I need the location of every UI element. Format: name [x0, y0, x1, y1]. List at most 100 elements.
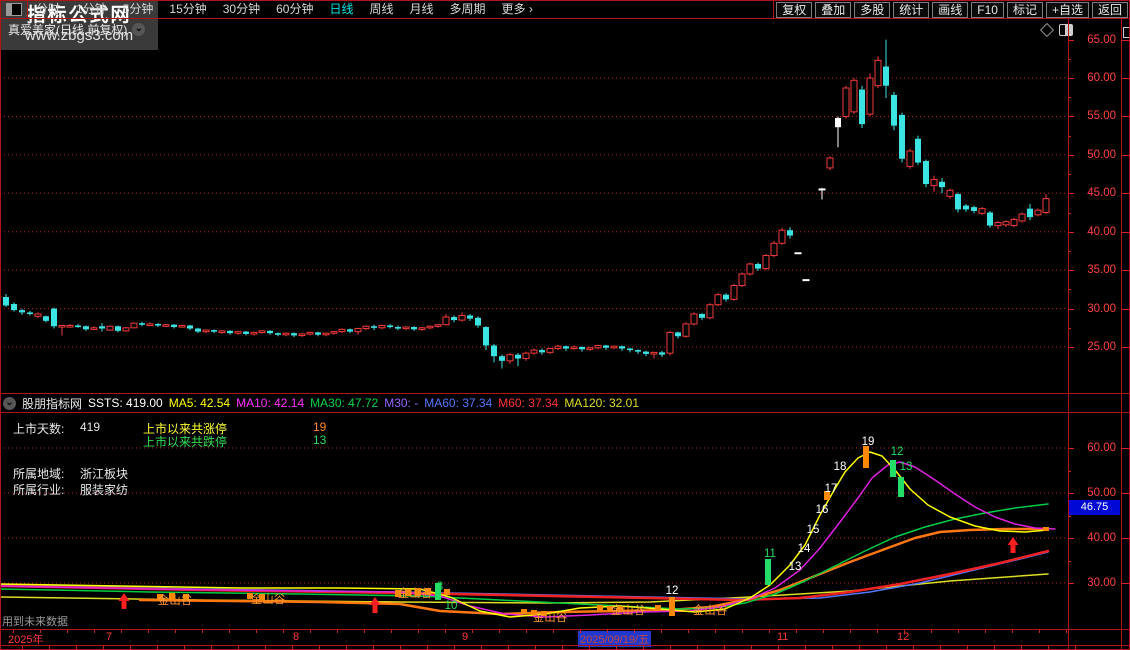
candle-body-down	[643, 351, 649, 354]
toolbar-button-5[interactable]: 画线	[932, 1, 969, 18]
candle	[643, 350, 649, 357]
candle-body-down	[3, 297, 9, 306]
candle	[971, 205, 977, 214]
period-item-9[interactable]: 月线	[402, 1, 442, 18]
candle-body-down	[99, 326, 105, 329]
candle	[234, 330, 242, 335]
candle-body-up	[866, 77, 874, 115]
toolbar-button-4[interactable]: 统计	[893, 1, 930, 18]
candle	[1018, 212, 1026, 223]
period-item-6[interactable]: 60分钟	[268, 1, 321, 18]
price-label-65: 65.00	[1087, 33, 1116, 46]
candle	[978, 207, 986, 215]
candle	[362, 325, 370, 331]
signal-text: 金山谷	[158, 593, 193, 607]
candle	[475, 316, 481, 328]
candle	[155, 323, 161, 328]
candle	[162, 323, 170, 328]
period-item-2[interactable]: 1分钟	[68, 1, 115, 18]
period-item-1[interactable]: 分时	[28, 1, 68, 18]
candle	[211, 329, 217, 334]
candle	[27, 310, 33, 316]
candle	[371, 324, 377, 331]
signal-candle	[863, 446, 869, 468]
candle-body-down	[475, 317, 481, 326]
period-item-7[interactable]: 日线	[321, 1, 361, 18]
indicator-value-2: MA5: 42.54	[168, 396, 231, 410]
toolbar-button-2[interactable]: 叠加	[815, 1, 852, 18]
sub-price-label-40: 40.00	[1087, 532, 1116, 544]
candle	[586, 347, 594, 351]
signal-text: 金山谷	[251, 592, 286, 606]
signal-text: 8	[437, 581, 443, 593]
price-label-60: 60.00	[1087, 72, 1116, 85]
toolbar-button-8[interactable]: +自选	[1045, 1, 1089, 18]
layout-icon-cell[interactable]	[0, 1, 28, 18]
candle	[891, 91, 897, 131]
candle-body-down	[171, 324, 177, 328]
candle-body-down	[939, 181, 945, 188]
candle-body-down	[971, 207, 977, 211]
indicator-chevron-icon[interactable]: ⌄	[3, 396, 16, 410]
ministrip-mark	[1122, 154, 1129, 156]
candle	[267, 330, 273, 335]
candle-body-up	[930, 178, 938, 187]
candle-body-down	[619, 346, 625, 349]
period-item-10[interactable]: 多周期	[442, 1, 494, 18]
price-label-25: 25.00	[1087, 341, 1116, 353]
candle	[330, 330, 338, 335]
candle	[675, 331, 681, 339]
toolbar-button-7[interactable]: 标记	[1006, 1, 1043, 18]
toolbar-button-9[interactable]: 返回	[1091, 1, 1128, 18]
candle-body-up	[570, 346, 578, 350]
period-item-4[interactable]: 15分钟	[161, 1, 214, 18]
candle	[434, 323, 442, 328]
signal-candle	[1043, 527, 1049, 531]
candle-body-up	[250, 331, 258, 335]
period-item-3[interactable]: 5分钟	[115, 1, 162, 18]
candle-body-up	[258, 330, 266, 333]
ma10-line	[0, 461, 1056, 618]
ministrip-mark	[1122, 116, 1129, 118]
candle	[842, 85, 850, 119]
ministrip-divider	[1121, 19, 1122, 650]
candle	[706, 303, 714, 320]
candle-body-down	[187, 325, 193, 329]
candle-body-up	[306, 331, 314, 335]
toolbar-button-1[interactable]: 复权	[776, 1, 813, 18]
candle-body-down	[891, 94, 897, 126]
candle-body-down	[291, 333, 297, 336]
candle	[90, 326, 98, 331]
candle	[955, 192, 961, 213]
candle	[315, 331, 321, 337]
period-item-8[interactable]: 周线	[361, 1, 401, 18]
candle-body-up	[354, 328, 362, 333]
candle	[451, 315, 457, 323]
candle-body-up	[458, 314, 466, 321]
candle	[787, 227, 793, 239]
candlestick-chart[interactable]: 金山谷 金山谷 金山谷金山谷金山谷 金山谷8101112131213141516171…	[0, 19, 1068, 629]
period-item-11[interactable]: 更多 ›	[494, 1, 541, 18]
candle-body-down	[563, 346, 569, 349]
candle-body-up	[442, 316, 450, 326]
candle	[3, 293, 9, 308]
candle-body-down	[987, 212, 993, 226]
candle	[34, 312, 42, 318]
signal-text: 金山谷	[693, 603, 728, 617]
candle	[594, 344, 602, 350]
candle-body-up	[706, 304, 714, 319]
signal-text: 12	[891, 446, 904, 458]
toolbar-button-3[interactable]: 多股	[854, 1, 891, 18]
candle-body-up	[522, 352, 530, 360]
candle-body-up	[434, 324, 442, 327]
candle-body-up	[666, 331, 674, 354]
toolbar-button-6[interactable]: F10	[971, 1, 1004, 18]
date-label-2: 7	[106, 631, 113, 643]
candle	[627, 347, 633, 353]
candle-body-down	[19, 310, 25, 313]
candle	[426, 325, 434, 330]
candle-body-down	[635, 350, 641, 352]
candle	[906, 148, 914, 169]
period-item-5[interactable]: 30分钟	[215, 1, 268, 18]
candle	[563, 345, 569, 351]
